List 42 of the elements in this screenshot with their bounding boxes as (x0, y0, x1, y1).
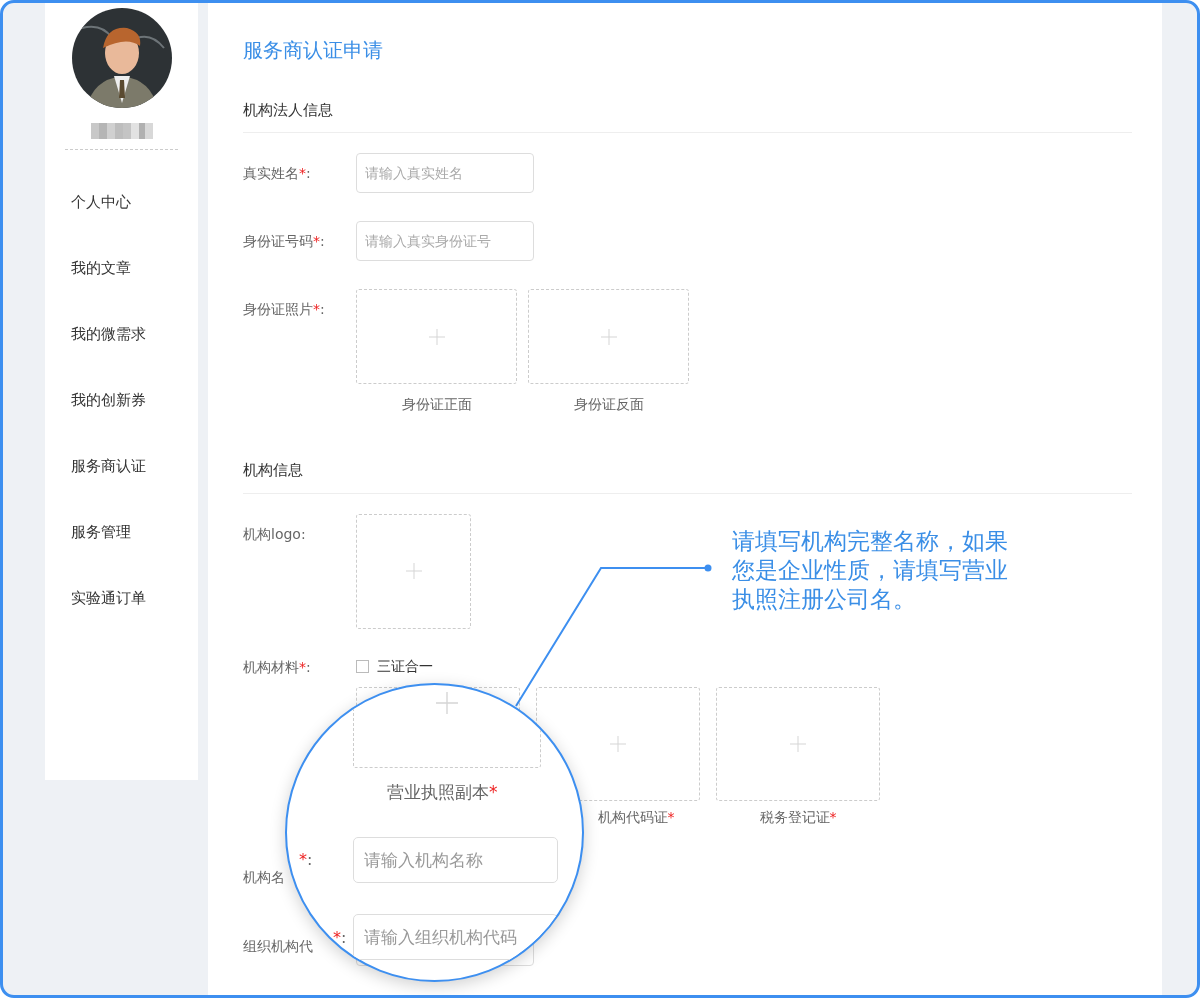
field-label: 身份证号码*: (243, 232, 325, 252)
field-label: *: (299, 850, 313, 869)
upload-caption: 机构代码证* (597, 809, 675, 827)
upload-caption: 身份证正面 (401, 396, 472, 415)
callout-text: 请填写机构完整名称，如果 您是企业性质，请填写营业 执照注册公司名。 (732, 527, 1008, 614)
field-label: 机构logo: (243, 525, 306, 544)
field-label: 机构名 (243, 868, 285, 887)
section-title: 机构法人信息 (243, 95, 1132, 134)
field-label: *: (333, 928, 347, 947)
plus-icon (428, 328, 445, 345)
upload-caption: 营业执照副本* (387, 781, 498, 804)
field-label: 机构材料*: (243, 658, 311, 677)
plus-icon (600, 328, 617, 345)
upload-area[interactable] (716, 687, 880, 801)
page-title: 服务商认证申请 (243, 37, 384, 64)
plus-icon (405, 563, 422, 580)
text-input[interactable]: 请输入真实身份证号 (356, 221, 534, 262)
upload-area[interactable] (356, 514, 471, 629)
plus-icon (790, 736, 806, 752)
sidebar-item[interactable]: 我的文章 (71, 246, 131, 312)
upload-caption: 税务登记证* (759, 809, 837, 827)
upload-area[interactable] (356, 289, 517, 385)
sidebar-item[interactable]: 我的创新券 (71, 378, 146, 444)
checkbox[interactable] (356, 660, 369, 674)
section-title: 机构信息 (243, 456, 1132, 494)
field-label: 身份证照片*: (243, 300, 325, 320)
text-input[interactable]: 请输入机构名称 (353, 837, 558, 883)
field-label: 真实姓名*: (243, 164, 311, 184)
sidebar-item[interactable]: 实验通订单 (71, 576, 146, 642)
plus-icon (610, 736, 626, 752)
sidebar-item[interactable]: 我的微需求 (71, 312, 146, 378)
plus-icon (436, 692, 458, 714)
checkbox-label: 三证合一 (377, 658, 433, 676)
sidebar-item[interactable]: 服务商认证 (71, 444, 146, 510)
field-label: 组织机构代 (243, 937, 313, 956)
text-input[interactable]: 请输入组织机构代码 (353, 914, 558, 960)
sidebar-item[interactable]: 个人中心 (71, 180, 131, 246)
sidebar-item[interactable]: 服务管理 (71, 510, 131, 576)
upload-caption: 身份证反面 (573, 396, 644, 415)
pixelated-name-drawing (90, 123, 153, 139)
text-input[interactable]: 请输入真实姓名 (356, 153, 534, 194)
upload-area[interactable] (528, 289, 689, 385)
